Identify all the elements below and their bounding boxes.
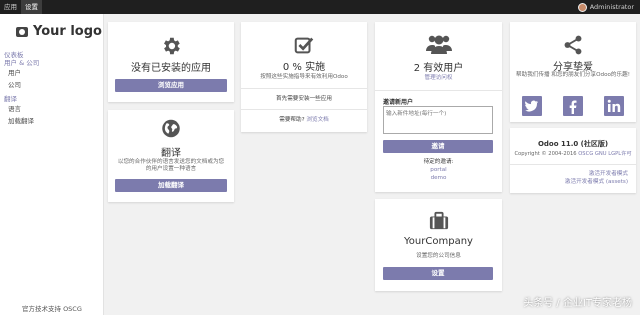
install-apps-link[interactable]: 首先需要安装一些应用: [241, 96, 367, 103]
sidebar-group-users-companies: 用户 & 公司: [4, 59, 40, 67]
user-menu[interactable]: Administrator: [577, 0, 634, 14]
implementation-card: 0 % 实施 按照这些实施指导来有效利用Odoo 首先需要安装一些应用 需要帮助…: [241, 22, 367, 132]
translate-description: 以您的合作伙伴的语言发送您的文档或为您的用户设置一种语言: [117, 159, 225, 172]
briefcase-icon: [429, 211, 448, 230]
invite-email-textarea[interactable]: [383, 106, 493, 134]
checkbox-icon: [294, 37, 314, 54]
apps-title: 没有已安装的应用: [131, 63, 211, 74]
browse-apps-button[interactable]: 浏览应用: [115, 79, 227, 92]
sidebar-group-translations: 翻译: [4, 95, 17, 103]
support-text: 官方技术支持 OSCG: [22, 305, 82, 313]
browse-docs-link[interactable]: 浏览文档: [306, 117, 328, 123]
translate-title: 翻译: [161, 148, 181, 159]
company-card: YourCompany 设置您的公司信息 设置: [375, 199, 502, 291]
activate-developer-mode-link[interactable]: 激活开发者模式: [510, 171, 636, 178]
apps-card: 没有已安装的应用 浏览应用: [108, 22, 234, 102]
watermark: 头条号 / 企业IT专家老杨: [523, 298, 632, 309]
sidebar-item-languages[interactable]: 语言: [4, 103, 100, 115]
user-name: Administrator: [589, 3, 634, 11]
menu-settings[interactable]: 设置: [21, 0, 42, 14]
copyright-text: Copyright © 2004-2016: [514, 151, 577, 157]
company-description: 设置您的公司信息: [416, 253, 461, 259]
manage-access-link[interactable]: 管理访问权: [375, 75, 502, 82]
company-settings-button[interactable]: 设置: [383, 267, 493, 280]
sidebar-item-dashboard[interactable]: 仪表板: [4, 51, 100, 59]
twitter-icon[interactable]: [522, 96, 542, 116]
share-icon: [564, 35, 582, 55]
sidebar-nav: 仪表板 用户 & 公司 用户 公司 翻译 语言 加载翻译: [4, 51, 100, 127]
share-description: 帮助我们传播 和您的朋友们分享Odoo的乐趣!: [516, 72, 630, 78]
globe-icon: [162, 119, 180, 138]
pending-invitations-label: 待定的邀请:: [423, 159, 454, 165]
help-text: 需要帮助?: [279, 117, 305, 123]
sidebar-item-load-translation[interactable]: 加载翻译: [4, 115, 100, 127]
company-logo[interactable]: Your logo: [16, 24, 102, 39]
menu-apps[interactable]: 应用: [0, 0, 21, 14]
avatar: [577, 2, 587, 12]
translate-card: 翻译 以您的合作伙伴的语言发送您的文档或为您的用户设置一种语言 加载翻译: [108, 110, 234, 202]
users-icon: [425, 35, 452, 54]
load-translation-button[interactable]: 加载翻译: [115, 179, 227, 192]
license-link[interactable]: GNU LGPL许可: [595, 151, 632, 157]
company-name: YourCompany: [404, 236, 473, 247]
sidebar-item-users[interactable]: 用户: [4, 67, 100, 79]
implementation-title: 0 % 实施: [282, 62, 326, 73]
linkedin-icon[interactable]: [604, 96, 624, 116]
odoo-version: Odoo 11.0 (社区版): [537, 140, 609, 148]
help-line: 需要帮助? 浏览文档: [241, 117, 367, 124]
camera-icon: [16, 26, 28, 37]
gear-icon: [164, 37, 180, 55]
implementation-description: 按照这些实施指导来有效利用Odoo: [260, 74, 348, 80]
facebook-icon[interactable]: [563, 96, 583, 116]
activate-developer-mode-assets-link[interactable]: 激活开发者模式 (assets): [510, 179, 636, 186]
top-navbar: 应用 设置 Administrator: [0, 0, 640, 14]
invite-label: 邀请新用户: [383, 99, 414, 106]
pending-user-portal[interactable]: portal: [375, 167, 502, 174]
copyright-line: Copyright © 2004-2016 OSCG GNU LGPL许可: [510, 151, 636, 158]
active-users-title: 2 有效用户: [413, 63, 464, 74]
share-card: 分享挚爱 帮助我们传播 和您的朋友们分享Odoo的乐趣!: [510, 22, 636, 122]
sidebar: Your logo 仪表板 用户 & 公司 用户 公司 翻译 语言 加载翻译 官…: [0, 14, 104, 315]
oscg-link[interactable]: OSCG: [578, 151, 593, 157]
users-card: 2 有效用户 管理访问权 邀请新用户 邀请 待定的邀请: portal demo: [375, 22, 502, 192]
logo-text: Your logo: [33, 24, 102, 39]
sidebar-item-companies[interactable]: 公司: [4, 79, 100, 91]
invite-button[interactable]: 邀请: [383, 140, 493, 153]
about-card: Odoo 11.0 (社区版) Copyright © 2004-2016 OS…: [510, 128, 636, 193]
pending-user-demo[interactable]: demo: [375, 175, 502, 182]
share-title: 分享挚爱: [553, 62, 593, 73]
